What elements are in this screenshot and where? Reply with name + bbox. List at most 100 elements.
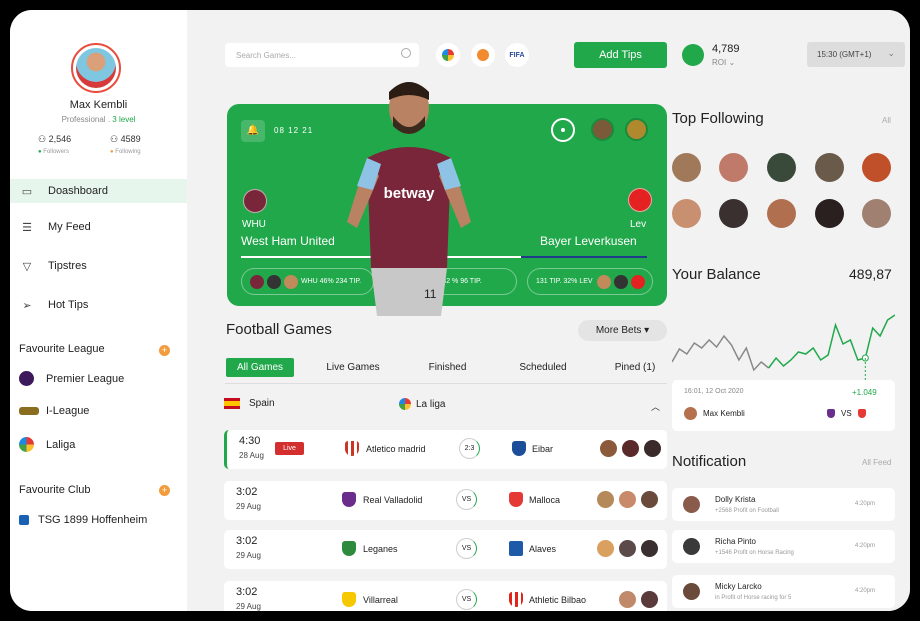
league-la-liga[interactable]: La liga [399, 398, 445, 410]
hoffenheim-logo [19, 515, 29, 525]
following-avatar[interactable] [672, 199, 701, 228]
followers-stat[interactable]: ⚇ 2,546 ● Followers [38, 134, 71, 155]
following-avatar[interactable] [862, 153, 891, 182]
tab-finished[interactable]: Finished [419, 358, 476, 377]
tab-all-games[interactable]: All Games [226, 358, 294, 377]
app-window: Max Kembli Professional . 3 level ⚇ 2,54… [10, 10, 910, 611]
favourite-league-title: Favourite League [19, 343, 105, 355]
player-photo: betway 11 [347, 82, 471, 316]
tab-scheduled[interactable]: Scheduled [511, 358, 575, 377]
home-team-abbr: WHU [242, 219, 266, 230]
nav-dashboard[interactable]: ▭ Doashboard [10, 179, 187, 203]
favourite-club-title: Favourite Club [19, 484, 91, 496]
fan-avatar[interactable] [591, 118, 614, 141]
balance-line-segment [767, 314, 895, 369]
live-indicator-icon [551, 118, 575, 142]
send-icon: ➢ [22, 299, 32, 312]
match-date: 08 12 21 [274, 126, 314, 135]
laliga-logo [19, 437, 34, 452]
following-avatar[interactable] [815, 153, 844, 182]
user-icon: ⚇ [38, 134, 47, 144]
bell-icon[interactable]: 🔔 [241, 120, 265, 142]
away-odds-bar [521, 256, 647, 258]
profile-name: Max Kembli [69, 99, 128, 111]
notification-title: Notification [672, 453, 747, 470]
league-i-league[interactable]: I-League [19, 405, 89, 417]
league-laliga[interactable]: Laliga [19, 437, 75, 452]
vs-badge: VS [456, 538, 477, 559]
match-row[interactable]: 3:02 29 Aug Real Valladolid VS Malloca [224, 481, 667, 520]
folder-icon: ▭ [21, 185, 33, 198]
vs-badge: VS [456, 489, 477, 510]
avatar [683, 583, 700, 600]
club-hoffenheim[interactable]: TSG 1899 Hoffenheim [19, 514, 147, 526]
add-tips-button[interactable]: Add Tips [574, 42, 667, 68]
timezone-select[interactable]: 15:30 (GMT+1) ⌄ [807, 42, 905, 67]
following-avatar[interactable] [815, 199, 844, 228]
away-team-name: Bayer Leverkusen [540, 234, 637, 248]
balance-detail-card[interactable]: 16:01, 12 Oct 2020 +1.049 Max Kembli VS [672, 380, 895, 431]
home-team-name: West Ham United [241, 234, 335, 248]
notification-item[interactable]: Richa Pinto +1546 Profit on Horse Racing… [672, 530, 895, 563]
spain-flag-icon [224, 398, 240, 409]
league-premier[interactable]: Premier League [19, 371, 124, 386]
profile-avatar[interactable] [71, 43, 121, 93]
following-all-link[interactable]: All [882, 116, 891, 125]
notification-item[interactable]: Dolly Krista +2568 Profit on Football 4:… [672, 488, 895, 521]
balance-amount: 489,87 [849, 266, 892, 282]
wallet-icon [682, 44, 704, 66]
avatar [684, 407, 697, 420]
laliga-filter-icon[interactable] [436, 43, 460, 67]
feed-icon: ☰ [22, 221, 32, 234]
tab-live-games[interactable]: Live Games [317, 358, 389, 377]
mallorca-crest-icon [509, 492, 523, 507]
leganes-crest-icon [342, 541, 356, 556]
profile-level: Professional . 3 level [61, 115, 136, 124]
atletico-crest-icon [345, 441, 359, 456]
filter-icon: ▽ [22, 260, 32, 273]
following-avatar[interactable] [672, 153, 701, 182]
nav-hot-tips[interactable]: ➢ Hot Tips [10, 293, 187, 317]
match-row[interactable]: 3:02 29 Aug Leganes VS Alaves [224, 530, 667, 569]
live-badge: Live [275, 442, 304, 455]
add-league-icon[interactable]: + [159, 345, 170, 356]
top-following-title: Top Following [672, 110, 764, 127]
following-avatar[interactable] [719, 153, 748, 182]
fan-avatar[interactable] [625, 118, 648, 141]
i-league-logo [19, 407, 39, 415]
wallet-amount: 4,789 [712, 43, 740, 55]
tab-pined[interactable]: Pined (1) [607, 358, 663, 377]
notification-item[interactable]: Micky Larcko in Profit of Horse racing f… [672, 575, 895, 608]
chevron-down-icon: ⌄ [887, 48, 895, 58]
match-row[interactable]: 3:02 29 Aug Villarreal VS Athletic Bilba… [224, 581, 667, 611]
search-input[interactable]: Search Games... [225, 43, 419, 67]
west-ham-crest-icon [243, 189, 267, 213]
following-avatar[interactable] [767, 153, 796, 182]
roi-dropdown[interactable]: ROI ⌄ [712, 58, 735, 67]
country-spain[interactable]: Spain [224, 398, 275, 409]
eibar-crest-icon [512, 441, 526, 456]
more-bets-button[interactable]: More Bets ▾ [578, 320, 667, 341]
score-badge: 2:3 [459, 438, 480, 459]
balance-line-segment [672, 334, 770, 372]
tabs-divider [225, 383, 667, 384]
following-avatar[interactable] [719, 199, 748, 228]
away-tip-pill[interactable]: 131 TIP. 32% LEV [527, 268, 653, 295]
all-feed-link[interactable]: All Feed [862, 458, 891, 467]
a-league-filter-icon[interactable] [471, 43, 495, 67]
fifa-filter-icon[interactable]: FIFA [505, 43, 529, 67]
sidebar: Max Kembli Professional . 3 level ⚇ 2,54… [10, 10, 187, 611]
chevron-up-icon[interactable]: ︿ [651, 400, 660, 413]
following-avatar[interactable] [767, 199, 796, 228]
nav-my-feed[interactable]: ☰ My Feed [10, 215, 187, 239]
match-row[interactable]: 4:30 28 Aug Live Atletico madrid 2:3 Eib… [224, 430, 667, 469]
search-icon [401, 48, 411, 58]
vs-badge: VS [456, 589, 477, 610]
avatar [683, 538, 700, 555]
nav-tipstres[interactable]: ▽ Tipstres [10, 254, 187, 278]
following-stat[interactable]: ⚇ 4589 ● Following [110, 134, 141, 155]
add-club-icon[interactable]: + [159, 485, 170, 496]
svg-text:11: 11 [424, 287, 437, 301]
following-avatar[interactable] [862, 199, 891, 228]
premier-league-logo [19, 371, 34, 386]
